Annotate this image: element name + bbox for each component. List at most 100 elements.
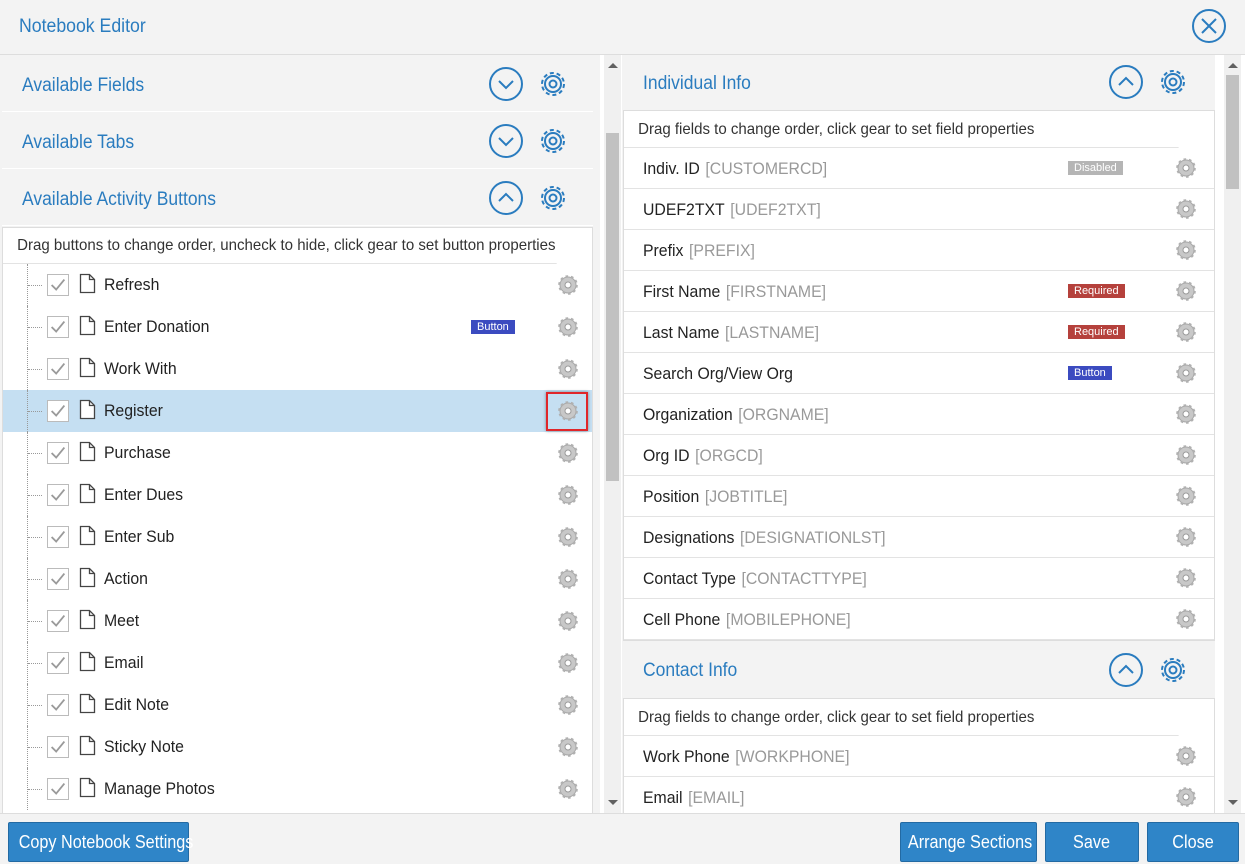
list-item[interactable]: Meet [3,600,592,642]
gear-icon[interactable] [1175,745,1197,767]
visibility-checkbox[interactable] [47,778,69,800]
gear-icon[interactable] [557,736,579,758]
visibility-checkbox[interactable] [47,526,69,548]
tree-connector [28,285,42,286]
table-row[interactable]: Work Phone [WORKPHONE] [624,736,1214,777]
visibility-checkbox[interactable] [47,736,69,758]
field-label: Cell Phone [643,610,721,629]
list-item[interactable]: Enter Dues [3,474,592,516]
field-badge: Required [1068,325,1125,339]
section-available-activity-buttons[interactable]: Available Activity Buttons [2,171,593,226]
gear-icon[interactable] [535,123,571,159]
arrange-sections-button[interactable]: Arrange Sections [900,822,1037,862]
gear-icon[interactable] [535,66,571,102]
table-row[interactable]: Cell Phone [MOBILEPHONE] [624,599,1214,640]
list-item[interactable]: Manage Photos [3,768,592,810]
table-row[interactable]: First Name [FIRSTNAME] Required [624,271,1214,312]
gear-icon[interactable] [557,694,579,716]
gear-icon[interactable] [557,484,579,506]
table-row[interactable]: Organization [ORGNAME] [624,394,1214,435]
chevron-down-icon[interactable] [489,124,523,158]
gear-icon[interactable] [1175,403,1197,425]
list-item[interactable]: Work With [3,348,592,390]
list-item[interactable]: Register [3,390,592,432]
save-button[interactable]: Save [1045,822,1139,862]
close-icon[interactable] [1192,9,1226,43]
gear-icon[interactable] [1155,64,1191,100]
gear-icon[interactable] [557,526,579,548]
visibility-checkbox[interactable] [47,610,69,632]
gear-icon[interactable] [557,442,579,464]
section-individual-info[interactable]: Individual Info [622,55,1215,111]
chevron-up-icon[interactable] [1109,653,1143,687]
gear-icon[interactable] [1175,362,1197,384]
list-item[interactable]: Action [3,558,592,600]
table-row[interactable]: Org ID [ORGCD] [624,435,1214,476]
chevron-up-icon[interactable] [489,181,523,215]
visibility-checkbox[interactable] [47,652,69,674]
table-row[interactable]: Search Org/View Org Button [624,353,1214,394]
scrollbar-thumb[interactable] [1226,75,1239,189]
list-item[interactable]: Sticky Note [3,726,592,768]
button-label: Enter Sub [104,527,175,546]
gear-icon[interactable] [1175,786,1197,808]
visibility-checkbox[interactable] [47,568,69,590]
list-item[interactable]: Edit Note [3,684,592,726]
gear-icon[interactable] [557,358,579,380]
table-row[interactable]: UDEF2TXT [UDEF2TXT] [624,189,1214,230]
field-label: First Name [643,282,721,301]
list-item[interactable]: Email [3,642,592,684]
table-row[interactable]: Indiv. ID [CUSTOMERCD] Disabled [624,148,1214,189]
gear-icon[interactable] [557,274,579,296]
close-button[interactable]: Close [1147,822,1239,862]
gear-icon[interactable] [1155,652,1191,688]
list-item[interactable]: Purchase [3,432,592,474]
gear-icon[interactable] [1175,239,1197,261]
gear-icon[interactable] [557,652,579,674]
gear-icon[interactable] [1175,485,1197,507]
gear-icon[interactable] [1175,608,1197,630]
gear-icon[interactable] [557,778,579,800]
table-row[interactable]: Prefix [PREFIX] [624,230,1214,271]
gear-icon[interactable] [1175,444,1197,466]
scroll-up-arrow[interactable] [608,63,618,68]
left-scrollbar[interactable] [604,55,621,813]
list-item[interactable]: Enter Sub [3,516,592,558]
gear-icon[interactable] [535,180,571,216]
visibility-checkbox[interactable] [47,484,69,506]
chevron-up-icon[interactable] [1109,65,1143,99]
gear-icon[interactable] [557,610,579,632]
gear-icon[interactable] [1175,321,1197,343]
copy-notebook-settings-button[interactable]: Copy Notebook Settings [8,822,193,862]
table-row[interactable]: Email [EMAIL] [624,777,1214,813]
gear-icon[interactable] [1175,567,1197,589]
gear-icon[interactable] [557,316,579,338]
visibility-checkbox[interactable] [47,694,69,716]
list-item[interactable]: Enter Donation Button [3,306,592,348]
gear-icon[interactable] [1175,198,1197,220]
scroll-down-arrow[interactable] [608,800,618,805]
right-scrollbar[interactable] [1224,55,1241,813]
scroll-down-arrow[interactable] [1228,800,1238,805]
section-contact-info[interactable]: Contact Info [622,642,1215,698]
table-row[interactable]: Contact Type [CONTACTTYPE] [624,558,1214,599]
visibility-checkbox[interactable] [47,316,69,338]
section-available-fields[interactable]: Available Fields [2,57,593,112]
scrollbar-thumb[interactable] [606,133,619,481]
chevron-down-icon[interactable] [489,67,523,101]
scroll-up-arrow[interactable] [1228,63,1238,68]
visibility-checkbox[interactable] [47,442,69,464]
gear-icon[interactable] [1175,157,1197,179]
gear-icon[interactable] [1175,280,1197,302]
gear-icon[interactable] [1175,526,1197,548]
table-row[interactable]: Position [JOBTITLE] [624,476,1214,517]
table-row[interactable]: Designations [DESIGNATIONLST] [624,517,1214,558]
section-available-tabs[interactable]: Available Tabs [2,114,593,169]
list-item[interactable]: Refresh [3,264,592,306]
field-code: [DESIGNATIONLST] [739,528,886,547]
visibility-checkbox[interactable] [47,358,69,380]
visibility-checkbox[interactable] [47,274,69,296]
visibility-checkbox[interactable] [47,400,69,422]
table-row[interactable]: Last Name [LASTNAME] Required [624,312,1214,353]
gear-icon[interactable] [557,568,579,590]
